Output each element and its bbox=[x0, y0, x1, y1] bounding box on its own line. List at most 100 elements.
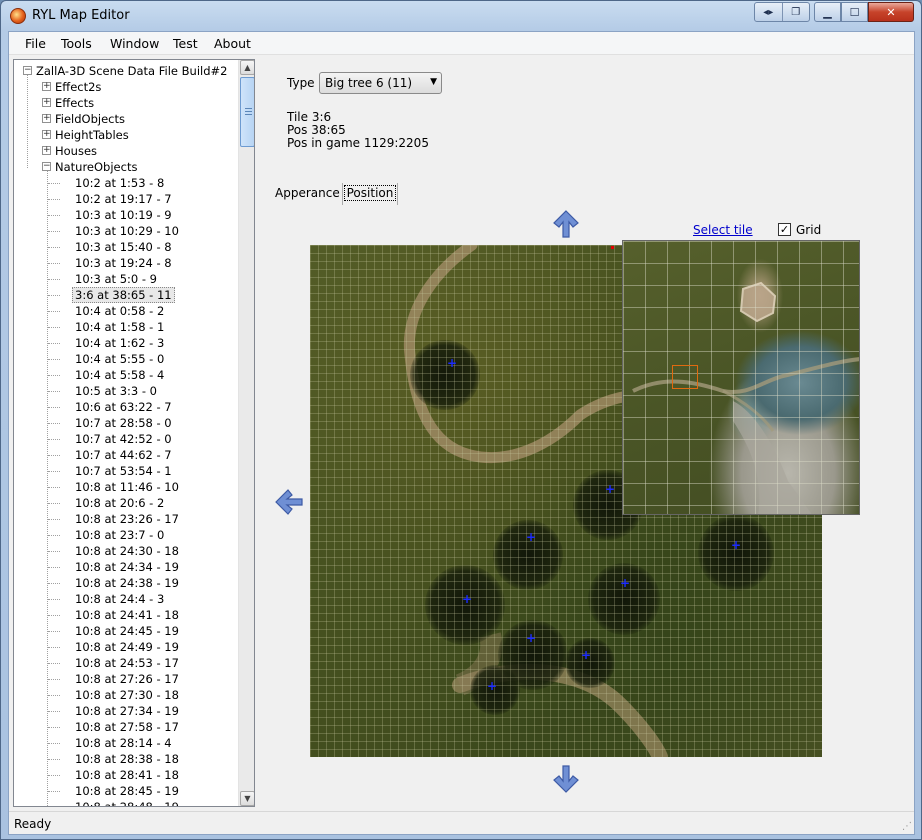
tree-folder-node[interactable]: FieldObjects bbox=[55, 111, 125, 127]
tree-item-node[interactable]: 10:7 at 42:52 - 0 bbox=[75, 431, 172, 447]
tree-item-node[interactable]: 10:2 at 1:53 - 8 bbox=[75, 175, 164, 191]
arrow-down-icon[interactable] bbox=[550, 763, 582, 795]
tree-item-node[interactable]: 10:8 at 28:14 - 4 bbox=[75, 735, 172, 751]
tree-folder-node[interactable]: Effect2s bbox=[55, 79, 101, 95]
minimize-icon: ▁ bbox=[823, 5, 832, 19]
tree-folder-node[interactable]: Effects bbox=[55, 95, 94, 111]
tree-item-node[interactable]: 10:7 at 28:58 - 0 bbox=[75, 415, 172, 431]
scroll-down-icon[interactable]: ▼ bbox=[240, 791, 254, 806]
tree-item-node[interactable]: 10:8 at 28:48 - 19 bbox=[75, 799, 179, 806]
tree-item-node[interactable]: 10:8 at 20:6 - 2 bbox=[75, 495, 164, 511]
scroll-thumb[interactable] bbox=[240, 77, 254, 147]
tree-folder-node[interactable]: NatureObjects bbox=[55, 159, 137, 175]
object-marker[interactable]: + bbox=[581, 649, 591, 661]
tree-item-node[interactable]: 10:8 at 28:45 - 19 bbox=[75, 783, 179, 799]
tree-item-node[interactable]: 10:8 at 23:7 - 0 bbox=[75, 527, 164, 543]
tree-item-node[interactable]: 10:8 at 24:38 - 19 bbox=[75, 575, 179, 591]
minimize-button[interactable]: ▁ bbox=[814, 2, 841, 22]
tree-item-node[interactable]: 10:7 at 44:62 - 7 bbox=[75, 447, 172, 463]
close-button[interactable]: ✕ bbox=[868, 2, 914, 22]
type-select-value: Big tree 6 (11) bbox=[325, 76, 413, 90]
arrow-left-icon[interactable] bbox=[273, 486, 305, 518]
tree-root-node[interactable]: ZallA-3D Scene Data File Build#2 bbox=[36, 63, 227, 79]
tree-guide-line bbox=[48, 631, 60, 632]
plus-box-icon[interactable]: + bbox=[42, 98, 51, 107]
minus-box-icon[interactable]: − bbox=[23, 66, 32, 75]
tree-item-node[interactable]: 10:4 at 5:58 - 4 bbox=[75, 367, 164, 383]
object-marker[interactable]: + bbox=[731, 539, 741, 551]
tree-item-node[interactable]: 10:8 at 27:30 - 18 bbox=[75, 687, 179, 703]
title-bar[interactable]: RYL Map Editor ◂▸ ❐ ▁ ☐ ✕ bbox=[1, 1, 921, 31]
tree-guide-line bbox=[48, 215, 60, 216]
tab-position[interactable]: Position bbox=[342, 183, 398, 205]
tree-item-node[interactable]: 10:4 at 5:55 - 0 bbox=[75, 351, 164, 367]
tree-item-node[interactable]: 10:3 at 10:29 - 10 bbox=[75, 223, 179, 239]
tree-item-node[interactable]: 10:3 at 10:19 - 9 bbox=[75, 207, 172, 223]
tree-scrollbar[interactable]: ▲ ▼ bbox=[238, 60, 254, 806]
plus-box-icon[interactable]: + bbox=[42, 130, 51, 139]
resize-grip-icon[interactable]: ⋰ bbox=[902, 821, 912, 832]
tree-item-node[interactable]: 10:4 at 1:58 - 1 bbox=[75, 319, 164, 335]
tree-item-node[interactable]: 10:8 at 24:4 - 3 bbox=[75, 591, 164, 607]
checkmark-icon: ✓ bbox=[779, 223, 790, 236]
tree-guide-line bbox=[48, 455, 60, 456]
tree-item-node[interactable]: 10:8 at 11:46 - 10 bbox=[75, 479, 179, 495]
tree-item-node[interactable]: 10:3 at 15:40 - 8 bbox=[75, 239, 172, 255]
menu-tools[interactable]: Tools bbox=[61, 36, 92, 51]
tree-item-node[interactable]: 10:8 at 28:41 - 18 bbox=[75, 767, 179, 783]
tree-guide-line bbox=[48, 439, 60, 440]
tree-guide-line bbox=[48, 247, 60, 248]
object-marker[interactable]: + bbox=[487, 680, 497, 692]
tree-item-node[interactable]: 10:8 at 24:53 - 17 bbox=[75, 655, 179, 671]
pin-icon[interactable]: ◂▸ bbox=[755, 3, 782, 21]
object-marker[interactable]: + bbox=[605, 483, 615, 495]
scroll-up-icon[interactable]: ▲ bbox=[240, 60, 254, 75]
tree-item-node[interactable]: 10:8 at 24:30 - 18 bbox=[75, 543, 179, 559]
menu-about[interactable]: About bbox=[214, 36, 251, 51]
tree-item-node[interactable]: 10:2 at 19:17 - 7 bbox=[75, 191, 172, 207]
tab-appearance[interactable]: Apperance bbox=[275, 183, 340, 205]
tree-folder-node[interactable]: HeightTables bbox=[55, 127, 129, 143]
tree-item-node[interactable]: 10:8 at 28:38 - 18 bbox=[75, 751, 179, 767]
tree-item-node[interactable]: 10:8 at 27:26 - 17 bbox=[75, 671, 179, 687]
object-marker[interactable]: + bbox=[620, 577, 630, 589]
tree-item-node[interactable]: 10:3 at 5:0 - 9 bbox=[75, 271, 157, 287]
plus-box-icon[interactable]: + bbox=[42, 114, 51, 123]
app-icon[interactable] bbox=[10, 8, 26, 24]
scene-tree-view[interactable]: ZallA-3D Scene Data File Build#2 Effect2s… bbox=[13, 59, 255, 807]
menu-file[interactable]: File bbox=[25, 36, 46, 51]
tree-item-node[interactable]: 10:6 at 63:22 - 7 bbox=[75, 399, 172, 415]
menu-window[interactable]: Window bbox=[110, 36, 159, 51]
object-marker[interactable]: + bbox=[462, 593, 472, 605]
minus-box-icon[interactable]: − bbox=[42, 162, 51, 171]
tree-item-node[interactable]: 10:8 at 24:34 - 19 bbox=[75, 559, 179, 575]
tree-item-node[interactable]: 10:7 at 53:54 - 1 bbox=[75, 463, 172, 479]
tree-folder-node[interactable]: Houses bbox=[55, 143, 97, 159]
object-marker[interactable]: + bbox=[526, 632, 536, 644]
tree-item-node[interactable]: 10:8 at 24:45 - 19 bbox=[75, 623, 179, 639]
tree-item-node[interactable]: 10:5 at 3:3 - 0 bbox=[75, 383, 157, 399]
tree-guide-line bbox=[48, 199, 60, 200]
arrow-up-icon[interactable] bbox=[550, 208, 582, 240]
tree-item-node[interactable]: 10:8 at 23:26 - 17 bbox=[75, 511, 179, 527]
grid-checkbox[interactable]: ✓ bbox=[778, 223, 791, 236]
plus-box-icon[interactable]: + bbox=[42, 146, 51, 155]
menu-test[interactable]: Test bbox=[173, 36, 198, 51]
plus-box-icon[interactable]: + bbox=[42, 82, 51, 91]
tree-item-node[interactable]: 3:6 at 38:65 - 11 bbox=[72, 287, 175, 303]
object-marker[interactable]: + bbox=[526, 531, 536, 543]
minimap[interactable] bbox=[622, 240, 860, 515]
tree-item-node[interactable]: 10:4 at 0:58 - 2 bbox=[75, 303, 164, 319]
tree-item-node[interactable]: 10:8 at 27:34 - 19 bbox=[75, 703, 179, 719]
maximize-button[interactable]: ☐ bbox=[841, 2, 868, 22]
tree-item-node[interactable]: 10:8 at 24:41 - 18 bbox=[75, 607, 179, 623]
tree-item-node[interactable]: 10:8 at 27:58 - 17 bbox=[75, 719, 179, 735]
select-tile-link[interactable]: Select tile bbox=[693, 223, 753, 237]
type-select[interactable]: Big tree 6 (11) ▼ bbox=[319, 72, 442, 94]
status-text: Ready bbox=[14, 817, 52, 831]
tree-item-node[interactable]: 10:8 at 24:49 - 19 bbox=[75, 639, 179, 655]
object-marker[interactable]: + bbox=[447, 357, 457, 369]
tree-item-node[interactable]: 10:4 at 1:62 - 3 bbox=[75, 335, 164, 351]
tree-item-node[interactable]: 10:3 at 19:24 - 8 bbox=[75, 255, 172, 271]
restore-copy-icon[interactable]: ❐ bbox=[781, 3, 810, 21]
